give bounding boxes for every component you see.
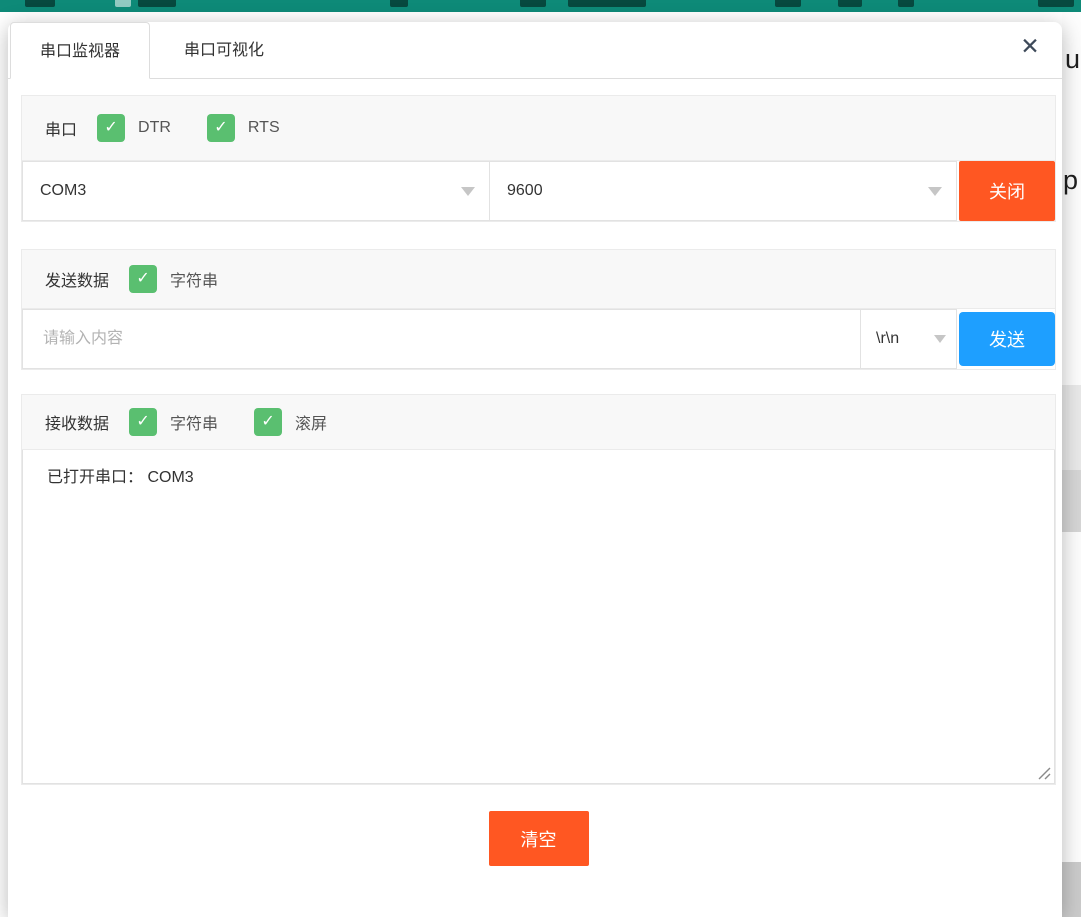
dialog-content: 串口 ✓ DTR ✓ RTS COM3 bbox=[21, 95, 1056, 866]
chevron-down-icon bbox=[934, 335, 946, 343]
baud-select-value: 9600 bbox=[507, 182, 543, 200]
check-icon: ✓ bbox=[261, 414, 274, 430]
rts-checkbox[interactable]: ✓ bbox=[207, 114, 235, 142]
toolbar-fragment bbox=[568, 0, 646, 7]
send-panel-header: 发送数据 ✓ 字符串 bbox=[22, 250, 1055, 309]
autoscroll-checkbox[interactable]: ✓ bbox=[254, 408, 282, 436]
close-port-button[interactable]: 关闭 bbox=[959, 161, 1055, 221]
toolbar-fragment bbox=[775, 0, 801, 7]
tab-serial-visualization[interactable]: 串口可视化 bbox=[150, 22, 298, 79]
toolbar-fragment bbox=[115, 0, 131, 7]
check-icon: ✓ bbox=[104, 120, 117, 136]
receive-panel-header: 接收数据 ✓ 字符串 ✓ 滚屏 bbox=[22, 395, 1055, 450]
receive-string-label: 字符串 bbox=[170, 410, 218, 434]
background-block bbox=[1062, 862, 1081, 917]
dtr-checkbox-group: ✓ DTR bbox=[97, 114, 171, 142]
toolbar-fragment bbox=[25, 0, 55, 7]
tab-bar: 串口监视器 串口可视化 ✕ bbox=[8, 22, 1062, 79]
send-string-checkbox-group: ✓ 字符串 bbox=[129, 265, 218, 293]
port-panel: 串口 ✓ DTR ✓ RTS COM3 bbox=[21, 95, 1056, 222]
close-icon[interactable]: ✕ bbox=[1014, 30, 1046, 62]
toolbar-fragment bbox=[138, 0, 176, 7]
serial-monitor-dialog: 串口监视器 串口可视化 ✕ 串口 ✓ DTR ✓ RT bbox=[8, 22, 1062, 917]
port-select[interactable]: COM3 bbox=[22, 161, 490, 221]
port-settings-row: COM3 9600 关闭 bbox=[22, 161, 1055, 221]
send-input-row: \r\n 发送 bbox=[22, 309, 1055, 369]
check-icon: ✓ bbox=[214, 120, 227, 136]
receive-string-checkbox-group: ✓ 字符串 bbox=[129, 408, 218, 436]
send-input[interactable] bbox=[22, 309, 861, 369]
background-block bbox=[1062, 385, 1081, 470]
dtr-label: DTR bbox=[138, 119, 171, 137]
chevron-down-icon bbox=[461, 187, 475, 196]
receive-string-checkbox[interactable]: ✓ bbox=[129, 408, 157, 436]
receive-panel-title: 接收数据 bbox=[45, 410, 109, 434]
background-block bbox=[1062, 470, 1081, 532]
tab-label: 串口监视器 bbox=[40, 43, 120, 60]
tab-serial-monitor[interactable]: 串口监视器 bbox=[10, 22, 150, 79]
background-partial-text: p bbox=[1063, 167, 1078, 194]
line-ending-select[interactable]: \r\n bbox=[860, 309, 957, 369]
toolbar-fragment bbox=[838, 0, 862, 7]
send-panel-title: 发送数据 bbox=[45, 267, 109, 291]
toolbar-fragment bbox=[520, 0, 546, 7]
tab-label: 串口可视化 bbox=[184, 42, 264, 59]
resize-handle-icon[interactable] bbox=[1038, 767, 1051, 780]
toolbar-fragment bbox=[898, 0, 914, 7]
autoscroll-label: 滚屏 bbox=[295, 410, 327, 434]
rts-checkbox-group: ✓ RTS bbox=[207, 114, 280, 142]
rts-label: RTS bbox=[248, 119, 280, 137]
background-toolbar bbox=[0, 0, 1081, 12]
toolbar-fragment bbox=[390, 0, 408, 7]
receive-output-area[interactable]: 已打开串口： COM3 bbox=[22, 450, 1055, 784]
dtr-checkbox[interactable]: ✓ bbox=[97, 114, 125, 142]
send-panel: 发送数据 ✓ 字符串 \r\n 发送 bbox=[21, 249, 1056, 370]
clear-button[interactable]: 清空 bbox=[489, 811, 589, 866]
port-panel-header: 串口 ✓ DTR ✓ RTS bbox=[22, 96, 1055, 161]
line-ending-value: \r\n bbox=[876, 330, 899, 348]
send-string-label: 字符串 bbox=[170, 267, 218, 291]
receive-output-text: 已打开串口： COM3 bbox=[47, 469, 194, 486]
send-button[interactable]: 发送 bbox=[959, 312, 1055, 366]
receive-panel: 接收数据 ✓ 字符串 ✓ 滚屏 已打开串口： COM3 bbox=[21, 394, 1056, 785]
chevron-down-icon bbox=[928, 187, 942, 196]
check-icon: ✓ bbox=[136, 271, 149, 287]
baud-rate-select[interactable]: 9600 bbox=[489, 161, 957, 221]
check-icon: ✓ bbox=[136, 414, 149, 430]
toolbar-fragment bbox=[1038, 0, 1074, 7]
background-partial-text: u bbox=[1065, 46, 1080, 73]
port-panel-title: 串口 bbox=[45, 116, 77, 140]
autoscroll-checkbox-group: ✓ 滚屏 bbox=[254, 408, 327, 436]
send-string-checkbox[interactable]: ✓ bbox=[129, 265, 157, 293]
port-select-value: COM3 bbox=[40, 182, 86, 200]
